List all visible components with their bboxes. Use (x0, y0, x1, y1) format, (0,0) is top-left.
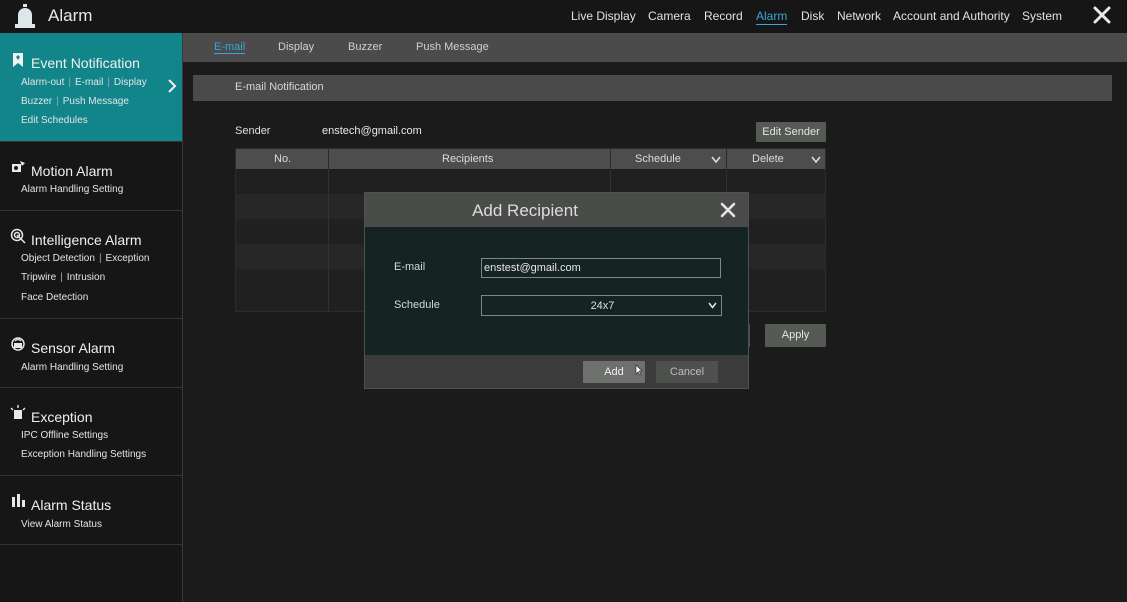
sidebar-subitems: Edit Schedules (21, 115, 88, 126)
table-header: No. Recipients Schedule Delete (236, 149, 825, 169)
siren-icon (10, 405, 26, 419)
sub-link-face-detection[interactable]: Face Detection (21, 292, 88, 303)
sidebar-subitems: Alarm Handling Setting (21, 184, 123, 195)
tab-display[interactable]: Display (278, 41, 314, 53)
tab-email[interactable]: E-mail (214, 41, 246, 54)
sub-link-edit-schedules[interactable]: Edit Schedules (21, 115, 88, 126)
sender-label: Sender (235, 125, 271, 137)
close-icon[interactable] (1092, 5, 1112, 25)
sidebar-item-label: Sensor Alarm (31, 340, 116, 356)
sidebar-subitems: Alarm Handling Setting (21, 362, 123, 373)
sub-link-buzzer[interactable]: Buzzer (21, 96, 52, 107)
sub-link-object-detection[interactable]: Object Detection (21, 253, 95, 264)
sidebar-item-label: Exception (31, 409, 93, 425)
cancel-button[interactable]: Cancel (656, 361, 718, 383)
sub-link-ipc-offline-settings[interactable]: IPC Offline Settings (21, 430, 108, 441)
sidebar-item-exception[interactable]: Exception IPC Offline Settings Exception… (0, 387, 182, 476)
chevron-down-icon (708, 302, 717, 309)
bar-chart-icon (12, 494, 25, 507)
sidebar-item-label: Event Notification (31, 55, 140, 71)
sub-link-alarm-handling-setting[interactable]: Alarm Handling Setting (21, 184, 123, 195)
tab-push-message[interactable]: Push Message (416, 41, 489, 53)
column-header-delete[interactable]: Delete (752, 153, 784, 165)
email-label: E-mail (394, 261, 426, 273)
sub-link-alarm-out[interactable]: Alarm-out (21, 77, 64, 88)
sub-link-alarm-handling-setting[interactable]: Alarm Handling Setting (21, 362, 123, 373)
topnav-network[interactable]: Network (837, 9, 881, 23)
topnav-record[interactable]: Record (704, 9, 743, 23)
topnav-camera[interactable]: Camera (648, 9, 691, 23)
topnav-live-display[interactable]: Live Display (571, 9, 636, 23)
app-title: Alarm (48, 6, 93, 25)
sidebar-item-alarm-status[interactable]: Alarm Status View Alarm Status (0, 475, 182, 545)
sender-value: enstech@gmail.com (322, 125, 422, 137)
sidebar-item-motion-alarm[interactable]: Motion Alarm Alarm Handling Setting (0, 141, 182, 211)
sidebar-item-label: Motion Alarm (31, 163, 113, 179)
section-title: E-mail Notification (235, 81, 324, 93)
sidebar-subitems: Tripwire | Intrusion (21, 272, 106, 283)
sidebar-item-label: Alarm Status (31, 497, 112, 513)
bookmark-icon (13, 53, 23, 67)
edit-sender-button[interactable]: Edit Sender (756, 122, 826, 142)
sidebar-subitems: Object Detection | Exception (21, 253, 150, 264)
sidebar-subitems: View Alarm Status (21, 519, 102, 530)
sidebar-subitems: IPC Offline Settings (21, 430, 108, 441)
section-header: E-mail Notification (193, 75, 1112, 101)
alarm-bell-icon (15, 4, 35, 28)
schedule-select[interactable]: 24x7 (481, 295, 722, 316)
sidebar-item-label: Intelligence Alarm (31, 232, 142, 248)
sidebar-subitems: Buzzer | Push Message (21, 96, 129, 107)
motion-icon (12, 161, 25, 172)
column-header-schedule[interactable]: Schedule (635, 153, 681, 165)
sub-link-view-alarm-status[interactable]: View Alarm Status (21, 519, 102, 530)
topnav-disk[interactable]: Disk (801, 9, 824, 23)
sidebar-item-intelligence-alarm[interactable]: Intelligence Alarm Object Detection | Exce… (0, 210, 182, 319)
close-icon[interactable] (720, 202, 736, 218)
add-recipient-dialog: Add Recipient E-mail Schedule 24x7 Add C… (364, 192, 749, 389)
sidebar-subitems: Alarm-out | E-mail | Display (21, 77, 147, 88)
sidebar: Event Notification Alarm-out | E-mail | Disp… (0, 33, 183, 602)
topnav-account-and-authority[interactable]: Account and Authority (893, 9, 1010, 23)
sub-link-intrusion[interactable]: Intrusion (67, 272, 105, 283)
sub-link-push-message[interactable]: Push Message (63, 96, 129, 107)
sidebar-item-event-notification[interactable]: Event Notification Alarm-out | E-mail | Disp… (0, 33, 182, 142)
dialog-header: Add Recipient (365, 193, 748, 227)
sidebar-subitems: Face Detection (21, 292, 88, 303)
topnav-system[interactable]: System (1022, 9, 1062, 23)
mouse-cursor-icon (635, 364, 643, 376)
sub-link-exception[interactable]: Exception (106, 253, 150, 264)
tab-bar: E-mail Display Buzzer Push Message (183, 33, 1127, 62)
sidebar-item-sensor-alarm[interactable]: Sensor Alarm Alarm Handling Setting (0, 318, 182, 388)
sidebar-subitems: Exception Handling Settings (21, 449, 146, 460)
tab-buzzer[interactable]: Buzzer (348, 41, 382, 53)
top-bar: Alarm Live Display Camera Record Alarm Disk N… (0, 0, 1127, 33)
chevron-down-icon[interactable] (711, 155, 721, 164)
radar-icon (10, 228, 26, 244)
column-header-recipients: Recipients (442, 153, 494, 165)
column-header-no: No. (274, 153, 292, 165)
sub-link-exception-handling-settings[interactable]: Exception Handling Settings (21, 449, 146, 460)
schedule-selected-value: 24x7 (590, 300, 615, 312)
dialog-title: Add Recipient (472, 201, 578, 220)
sensor-icon (11, 337, 25, 351)
apply-button[interactable]: Apply (765, 324, 826, 347)
dialog-footer: Add Cancel (365, 355, 748, 388)
schedule-label: Schedule (394, 299, 440, 311)
table-row (236, 169, 825, 194)
email-field[interactable] (481, 258, 721, 278)
sub-link-email[interactable]: E-mail (75, 77, 103, 88)
chevron-right-icon (168, 79, 177, 93)
sub-link-display[interactable]: Display (114, 77, 147, 88)
sub-link-tripwire[interactable]: Tripwire (21, 272, 56, 283)
topnav-alarm[interactable]: Alarm (756, 9, 788, 25)
chevron-down-icon[interactable] (811, 155, 821, 164)
